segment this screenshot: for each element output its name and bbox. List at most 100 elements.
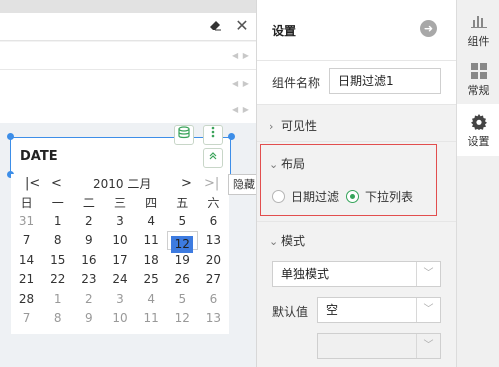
eraser-icon[interactable]: [208, 19, 222, 33]
calendar-day[interactable]: 16: [73, 250, 104, 270]
tab-general[interactable]: 常规: [457, 53, 499, 105]
default-value-select[interactable]: 空 ﹀: [317, 297, 441, 323]
component-name-row: 组件名称 日期过滤1: [257, 60, 457, 104]
calendar-day[interactable]: 12: [166, 230, 198, 253]
more-vert-icon[interactable]: [203, 125, 223, 145]
calendar-day[interactable]: 1: [42, 289, 73, 309]
calendar-day[interactable]: 1: [42, 211, 73, 231]
canvas-toolbar: ✕: [0, 13, 256, 41]
default-value-label: 默认值: [272, 305, 309, 319]
calendar-day[interactable]: 21: [11, 270, 42, 290]
calendar-day[interactable]: 23: [73, 270, 104, 290]
visibility-section[interactable]: › 可见性: [257, 104, 457, 141]
grid-icon: [470, 63, 488, 79]
canvas-top-strip: [0, 0, 256, 13]
weekday-header: 日: [20, 195, 33, 210]
panel-title: 设置: [272, 24, 297, 38]
row-scroll-arrows[interactable]: ◀ ▶: [232, 105, 250, 114]
calendar-day[interactable]: 10: [104, 309, 135, 329]
settings-panel: 设置 ➜ 组件名称 日期过滤1 › 可见性 ⌄ 布局 日期过滤 下拉列表 ⌄ 模式 单…: [256, 0, 457, 367]
calendar-day[interactable]: 24: [104, 270, 135, 290]
calendar-day[interactable]: 27: [198, 270, 229, 290]
calendar-day[interactable]: 9: [73, 231, 104, 251]
calendar-day[interactable]: 12: [167, 309, 198, 329]
calendar-day[interactable]: 26: [167, 270, 198, 290]
component-name-label: 组件名称: [272, 76, 321, 90]
row-scroll-arrows[interactable]: ◀ ▶: [232, 79, 250, 88]
visibility-label: 可见性: [281, 119, 318, 133]
calendar-day[interactable]: 28: [11, 289, 42, 309]
calendar-day[interactable]: 11: [136, 309, 167, 329]
canvas-row: ◀ ▶: [0, 70, 256, 98]
first-page-icon[interactable]: |<: [25, 176, 40, 192]
calendar-day[interactable]: 19: [167, 250, 198, 270]
row-scroll-arrows[interactable]: ◀ ▶: [232, 51, 250, 60]
extra-value-select[interactable]: ﹀: [317, 333, 441, 359]
arrow-right-icon[interactable]: ➜: [420, 20, 437, 37]
calendar-day[interactable]: 3: [104, 211, 135, 231]
calendar-day[interactable]: 14: [11, 250, 42, 270]
collapse-up-icon[interactable]: [203, 148, 223, 168]
radio-dropdown-list[interactable]: 下拉列表: [346, 188, 413, 205]
canvas-row: ◀ ▶: [0, 42, 256, 70]
calendar-day[interactable]: 3: [104, 289, 135, 309]
radio-circle: [272, 190, 285, 203]
tab-settings[interactable]: 设置: [457, 104, 499, 156]
calendar-day[interactable]: 5: [167, 211, 198, 231]
calendar-day[interactable]: 31: [11, 211, 42, 231]
last-page-icon[interactable]: >|: [204, 176, 219, 192]
calendar-day[interactable]: 9: [73, 309, 104, 329]
radio-circle-checked: [346, 190, 359, 203]
mode-select[interactable]: 单独模式 ﹀: [272, 261, 441, 287]
canvas-row: ◀ ▶: [0, 96, 256, 124]
close-icon[interactable]: ✕: [235, 18, 249, 34]
calendar-day[interactable]: 2: [73, 211, 104, 231]
calendar-day[interactable]: 10: [104, 231, 135, 251]
weekday-header: 六: [207, 195, 220, 210]
calendar-day[interactable]: 6: [198, 289, 229, 309]
calendar-day[interactable]: 8: [42, 231, 73, 251]
prev-month-icon[interactable]: <: [51, 176, 62, 192]
weekday-header: 二: [82, 195, 95, 210]
calendar-day[interactable]: 4: [136, 289, 167, 309]
weekday-header: 五: [176, 195, 189, 210]
calendar-day[interactable]: 8: [42, 309, 73, 329]
calendar-day[interactable]: 7: [11, 231, 42, 251]
visibility-header[interactable]: › 可见性: [269, 117, 317, 134]
radio-date-filter[interactable]: 日期过滤: [272, 188, 339, 205]
resize-handle[interactable]: [228, 133, 235, 140]
chevron-down-icon: ﹀: [416, 298, 440, 322]
calendar-day[interactable]: 4: [136, 211, 167, 231]
bar-chart-icon: [470, 14, 488, 30]
calendar-title: 2010 二月: [93, 177, 152, 191]
calendar-day[interactable]: 6: [198, 211, 229, 231]
next-month-icon[interactable]: >: [181, 176, 192, 192]
calendar-day[interactable]: 5: [167, 289, 198, 309]
calendar-day[interactable]: 11: [136, 231, 167, 251]
tab-label: 常规: [467, 84, 490, 97]
chevron-right-icon: ›: [269, 120, 274, 133]
calendar-day[interactable]: 20: [198, 250, 229, 270]
calendar-dropdown: |< < 2010 二月 > >| 日一二三四五六 31 1 2 3 4 5 6 7 8 9 10 11…: [11, 174, 229, 334]
tab-label: 设置: [467, 135, 490, 148]
tab-components[interactable]: 组件: [457, 4, 499, 56]
side-tab-strip: 组件 常规 设置: [456, 0, 499, 367]
component-name-input[interactable]: 日期过滤1: [329, 68, 441, 94]
calendar-day[interactable]: 22: [42, 270, 73, 290]
date-filter-widget[interactable]: DATE: [10, 137, 231, 175]
calendar-day[interactable]: 17: [104, 250, 135, 270]
calendar-day[interactable]: 7: [11, 309, 42, 329]
style-header[interactable]: ⌄ 模式: [269, 232, 305, 249]
calendar-day[interactable]: 15: [42, 250, 73, 270]
calendar-day[interactable]: 18: [136, 250, 167, 270]
style-label: 模式: [281, 234, 306, 248]
chevron-down-icon: ﹀: [416, 334, 440, 358]
calendar-day[interactable]: 25: [136, 270, 167, 290]
database-icon[interactable]: [174, 125, 194, 145]
chevron-down-icon: ﹀: [416, 262, 440, 286]
calendar-day[interactable]: 13: [198, 309, 229, 329]
resize-handle[interactable]: [7, 133, 14, 140]
calendar-day[interactable]: 2: [73, 289, 104, 309]
calendar-day[interactable]: 13: [198, 231, 229, 251]
layout-highlight-box: [260, 144, 437, 216]
